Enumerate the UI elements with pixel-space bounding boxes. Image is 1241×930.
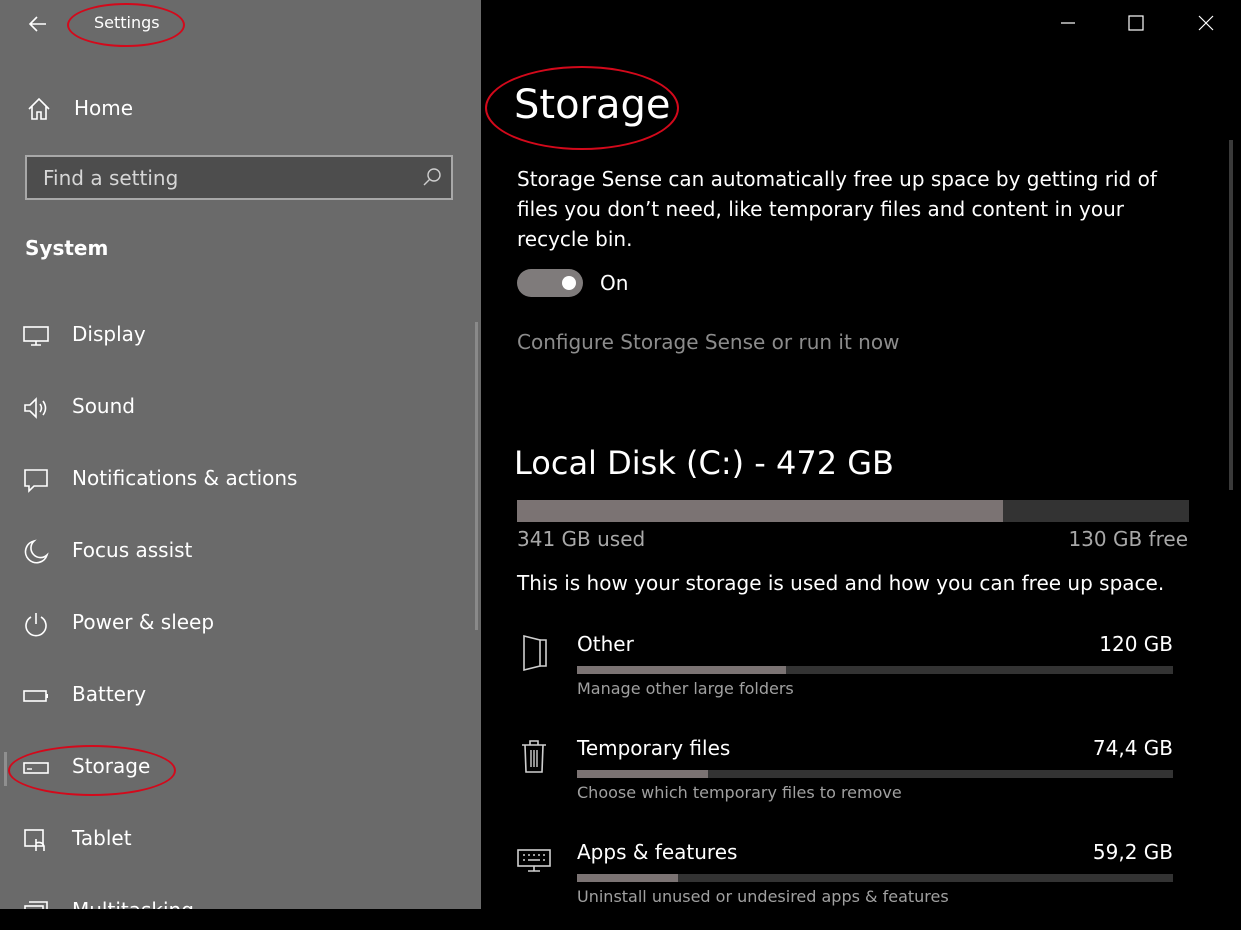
sidebar-item-label: Focus assist (72, 538, 193, 562)
category-name: Temporary files (577, 736, 731, 760)
search-box[interactable] (25, 155, 453, 200)
display-icon (23, 326, 49, 346)
storage-category-other[interactable]: Other 120 GB Manage other large folders (512, 632, 1182, 722)
sidebar-item-label: Power & sleep (72, 610, 215, 634)
usage-description: This is how your storage is used and how… (517, 571, 1165, 595)
other-files-icon (523, 634, 547, 672)
keyboard-icon (517, 849, 551, 872)
minimize-button[interactable] (1034, 0, 1102, 46)
sidebar-item-sound[interactable]: Sound (0, 380, 470, 436)
sidebar-item-label: Display (72, 322, 146, 346)
maximize-icon (1128, 15, 1144, 31)
storage-sense-toggle[interactable] (517, 269, 583, 297)
notification-icon (24, 469, 48, 493)
main-scrollbar[interactable] (1229, 140, 1233, 490)
disk-title: Local Disk (C:) - 472 GB (514, 444, 894, 482)
page-title: Storage (514, 82, 671, 128)
moon-icon (24, 539, 49, 564)
disk-free-label: 130 GB free (1068, 527, 1188, 551)
configure-storage-sense-link[interactable]: Configure Storage Sense or run it now (517, 330, 899, 354)
category-hint: Choose which temporary files to remove (577, 783, 902, 802)
home-label: Home (74, 96, 134, 120)
minimize-icon (1061, 22, 1075, 24)
category-name: Apps & features (577, 840, 738, 864)
sidebar: Settings Home System Display Sound (0, 0, 481, 909)
sidebar-item-label: Multitasking (72, 898, 194, 909)
sidebar-item-multitasking[interactable]: Multitasking (0, 884, 470, 909)
sidebar-item-label: Tablet (72, 826, 132, 850)
sidebar-item-tablet[interactable]: Tablet (0, 812, 470, 868)
search-button[interactable] (421, 166, 443, 188)
sidebar-item-label: Sound (72, 394, 135, 418)
storage-sense-description: Storage Sense can automatically free up … (517, 167, 1157, 251)
battery-icon (23, 690, 48, 702)
category-usage-bar-fill (577, 874, 679, 882)
category-size: 74,4 GB (1092, 736, 1173, 760)
power-icon (25, 613, 47, 637)
search-icon (423, 168, 441, 186)
disk-usage-bar-fill (517, 500, 1003, 522)
category-usage-bar (577, 874, 1173, 882)
disk-used-label: 341 GB used (517, 527, 646, 551)
category-hint: Manage other large folders (577, 679, 794, 698)
toggle-knob (562, 276, 576, 290)
close-button[interactable] (1172, 0, 1240, 46)
home-link[interactable]: Home (22, 90, 322, 126)
sidebar-item-battery[interactable]: Battery (0, 668, 470, 724)
back-button[interactable] (22, 8, 54, 40)
maximize-button[interactable] (1102, 0, 1170, 46)
category-size: 59,2 GB (1092, 840, 1173, 864)
category-usage-bar-fill (577, 666, 786, 674)
storage-drive-icon (23, 762, 49, 774)
category-usage-bar-fill (577, 770, 709, 778)
category-hint: Uninstall unused or undesired apps & fea… (577, 887, 949, 906)
sidebar-item-label: Notifications & actions (72, 466, 298, 490)
trash-icon (522, 740, 546, 773)
tablet-icon (24, 829, 45, 851)
category-size: 120 GB (1099, 632, 1173, 656)
sidebar-item-power-sleep[interactable]: Power & sleep (0, 596, 470, 652)
sidebar-item-storage[interactable]: Storage (0, 740, 470, 796)
back-arrow-icon (28, 16, 46, 32)
sidebar-scrollbar[interactable] (475, 322, 478, 630)
search-input[interactable] (27, 157, 407, 198)
sidebar-item-label: Storage (72, 754, 151, 778)
toggle-state-label: On (600, 271, 629, 295)
sidebar-item-notifications[interactable]: Notifications & actions (0, 452, 470, 508)
storage-category-temporary-files[interactable]: Temporary files 74,4 GB Choose which tem… (512, 736, 1182, 826)
speaker-icon (24, 397, 47, 419)
storage-category-apps-features[interactable]: Apps & features 59,2 GB Uninstall unused… (512, 840, 1182, 930)
multitasking-icon (24, 901, 48, 909)
sidebar-item-display[interactable]: Display (0, 308, 470, 364)
category-name: Other (577, 632, 634, 656)
app-title: Settings (94, 13, 160, 32)
home-icon (28, 97, 50, 120)
section-title: System (25, 236, 109, 260)
disk-usage-bar (517, 500, 1189, 522)
close-icon (1198, 15, 1214, 31)
sidebar-item-focus-assist[interactable]: Focus assist (0, 524, 470, 580)
sidebar-item-label: Battery (72, 682, 147, 706)
category-usage-bar (577, 666, 1173, 674)
category-usage-bar (577, 770, 1173, 778)
